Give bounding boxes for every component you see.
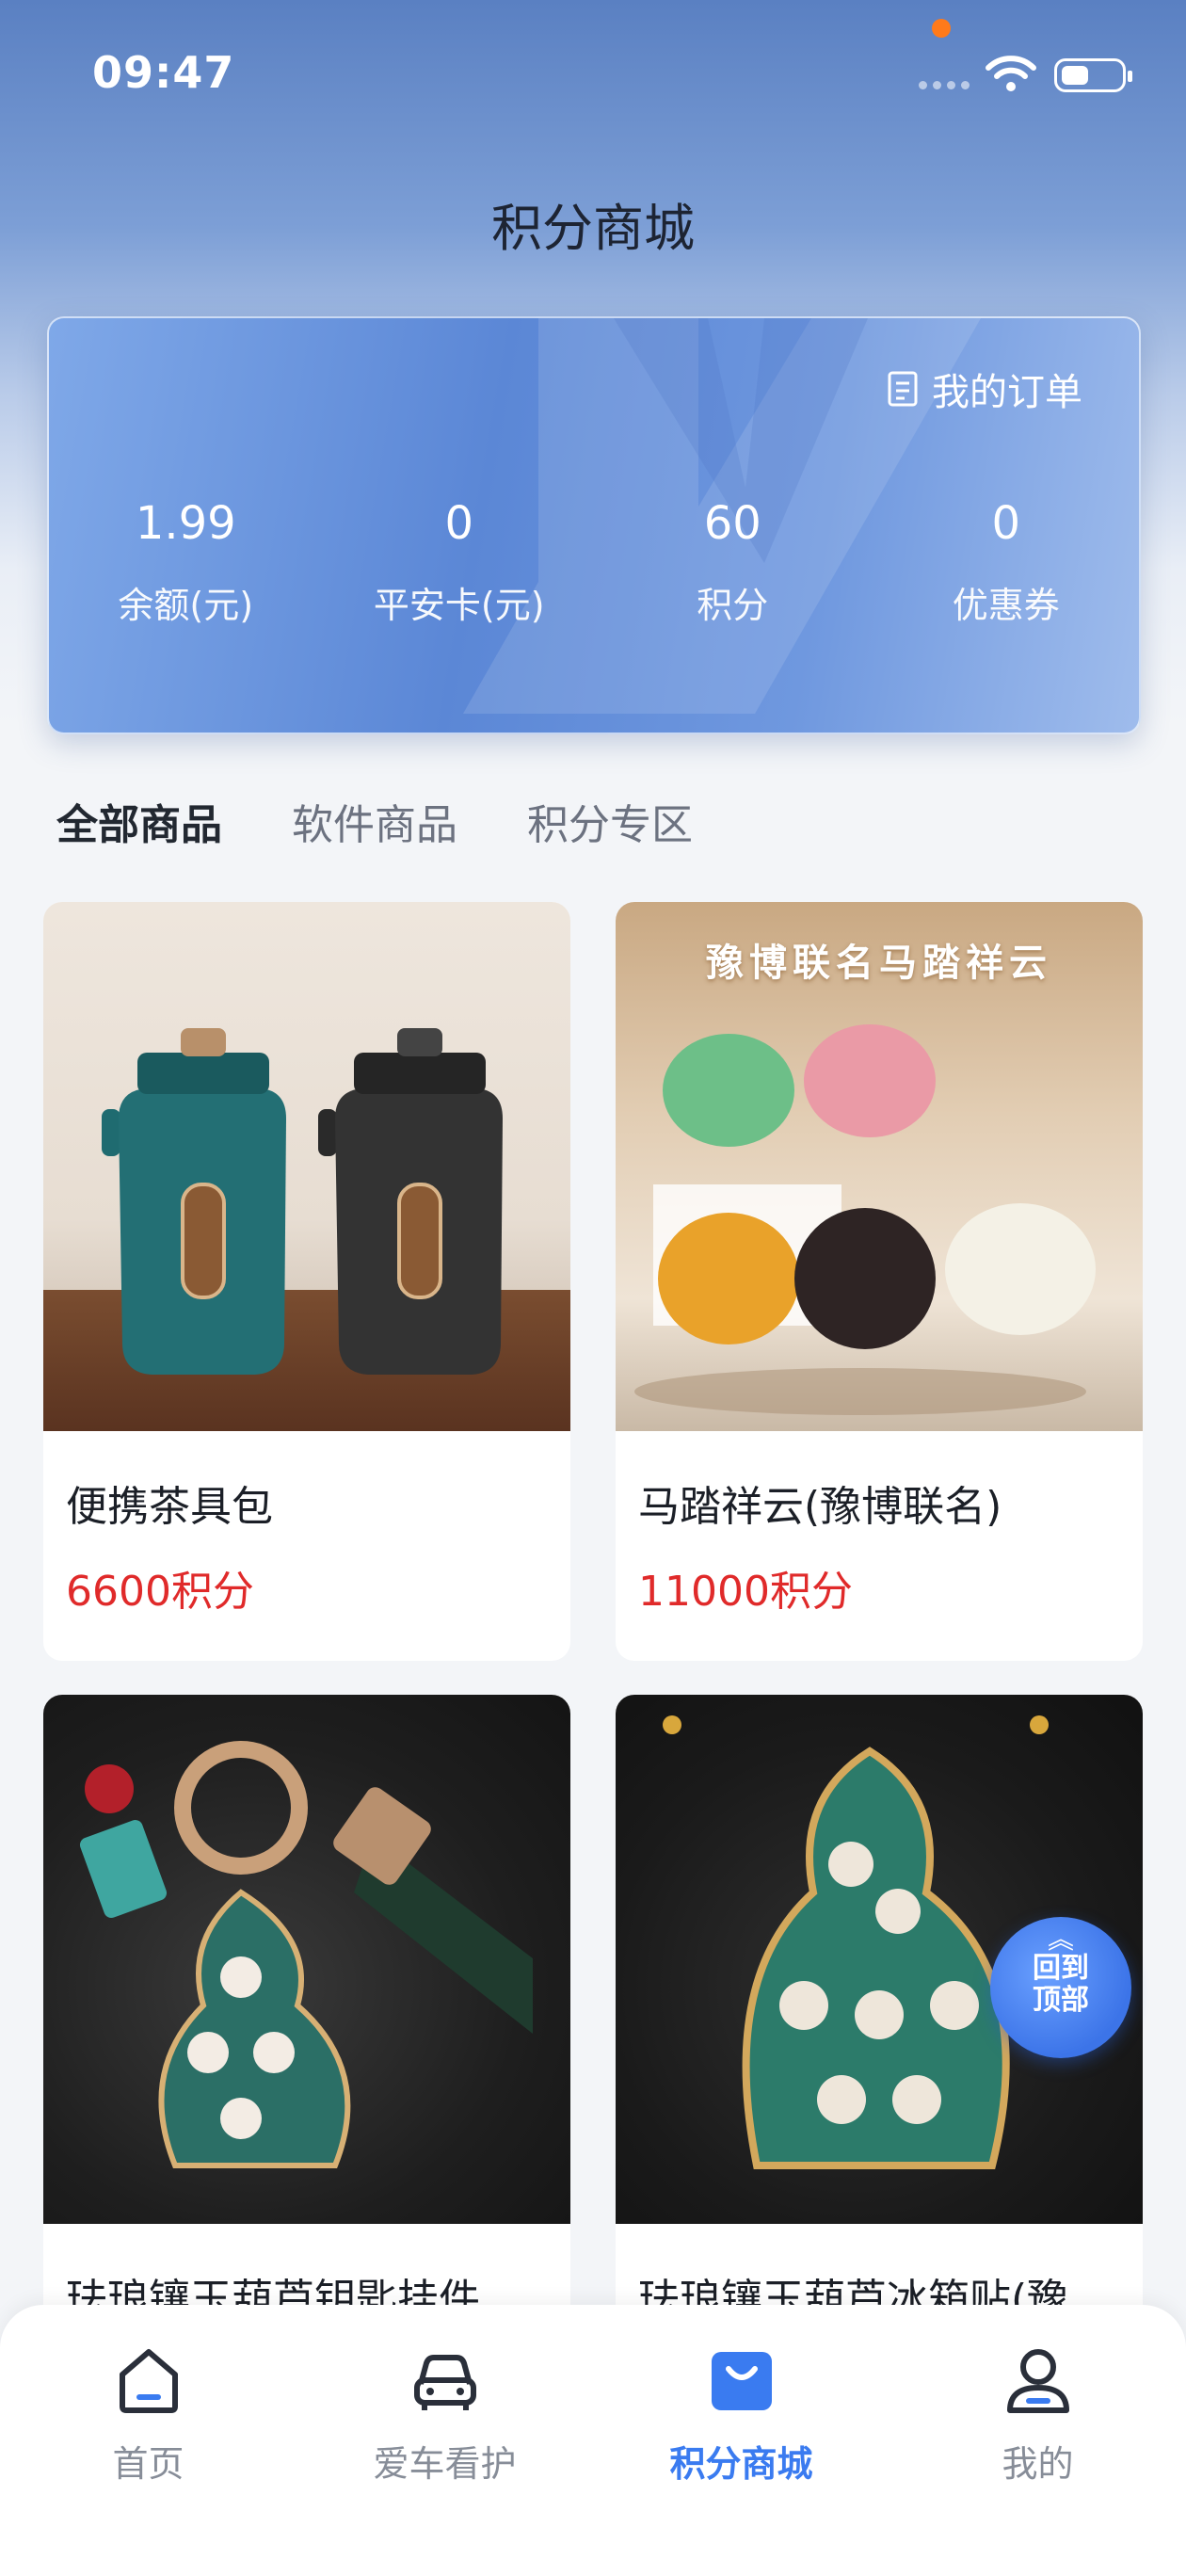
stat-balance[interactable]: 1.99 余额(元) bbox=[49, 497, 323, 628]
tab-points-zone[interactable]: 积分专区 bbox=[527, 791, 693, 851]
stat-safety-card[interactable]: 0 平安卡(元) bbox=[323, 497, 597, 628]
nav-label: 首页 bbox=[112, 2443, 184, 2485]
tab-all-products[interactable]: 全部商品 bbox=[56, 791, 222, 851]
stat-points[interactable]: 60 积分 bbox=[596, 497, 870, 628]
privacy-indicator-dot bbox=[932, 19, 951, 38]
user-icon bbox=[1006, 2349, 1069, 2413]
stat-coupons[interactable]: 0 优惠券 bbox=[870, 497, 1140, 628]
product-grid: 便携茶具包 6600积分 豫博联名马踏祥云 马踏祥云(豫博联名) 11000积分 bbox=[43, 902, 1143, 2454]
bottom-nav: 首页 爱车看护 积分商城 我的 bbox=[0, 2305, 1186, 2576]
product-name: 马踏祥云(豫博联名) bbox=[638, 1483, 1002, 1531]
product-price: 11000积分 bbox=[638, 1568, 853, 1616]
nav-label: 爱车看护 bbox=[373, 2443, 517, 2485]
chevron-up-icon: ︽ bbox=[1047, 1924, 1074, 1955]
back-to-top-button[interactable]: ︽ 回到顶部 bbox=[990, 1917, 1131, 2058]
nav-item-car-care[interactable]: 爱车看护 bbox=[296, 2305, 593, 2576]
account-summary-card: 我的订单 1.99 余额(元) 0 平安卡(元) 60 积分 0 优惠券 bbox=[47, 316, 1141, 734]
category-tabs: 全部商品 软件商品 积分专区 bbox=[56, 791, 693, 851]
stat-value: 1.99 bbox=[135, 497, 236, 550]
stat-value: 0 bbox=[444, 497, 474, 550]
product-name: 便携茶具包 bbox=[66, 1483, 273, 1531]
status-bar: 09:47 bbox=[0, 0, 1186, 151]
my-orders-link[interactable]: 我的订单 bbox=[887, 362, 1082, 416]
my-orders-label: 我的订单 bbox=[932, 371, 1082, 414]
stat-value: 0 bbox=[991, 497, 1021, 550]
product-image-gourd-keychain bbox=[43, 1695, 570, 2224]
stat-label: 余额(元) bbox=[118, 585, 254, 626]
product-image-horse-figurines: 豫博联名马踏祥云 bbox=[616, 902, 1143, 1431]
status-time: 09:47 bbox=[92, 47, 235, 98]
battery-icon bbox=[1054, 58, 1132, 92]
product-price: 6600积分 bbox=[66, 1568, 254, 1616]
order-list-icon bbox=[888, 371, 918, 407]
signal-icon bbox=[919, 81, 970, 89]
product-card[interactable]: 便携茶具包 6600积分 bbox=[43, 902, 570, 1661]
nav-label: 我的 bbox=[1002, 2443, 1074, 2485]
back-to-top-label: 回到顶部 bbox=[1033, 1952, 1089, 2017]
nav-item-points-mall[interactable]: 积分商城 bbox=[593, 2305, 890, 2576]
page-title: 积分商城 bbox=[491, 199, 695, 258]
nav-item-profile[interactable]: 我的 bbox=[890, 2305, 1186, 2576]
car-icon bbox=[413, 2355, 476, 2410]
stat-label: 平安卡(元) bbox=[373, 585, 545, 626]
stat-label: 优惠券 bbox=[952, 585, 1060, 626]
account-stats: 1.99 余额(元) 0 平安卡(元) 60 积分 0 优惠券 bbox=[49, 497, 1140, 628]
home-icon bbox=[119, 2349, 178, 2413]
tab-software-products[interactable]: 软件商品 bbox=[292, 791, 457, 851]
stat-label: 积分 bbox=[697, 585, 769, 626]
shopping-bag-icon bbox=[711, 2352, 772, 2410]
product-card[interactable]: 豫博联名马踏祥云 马踏祥云(豫博联名) 11000积分 bbox=[616, 902, 1143, 1661]
nav-label: 积分商城 bbox=[669, 2443, 813, 2485]
nav-item-home[interactable]: 首页 bbox=[0, 2305, 296, 2576]
wifi-icon bbox=[986, 56, 1036, 91]
product-image-tea-set bbox=[43, 902, 570, 1431]
stat-value: 60 bbox=[703, 497, 761, 550]
